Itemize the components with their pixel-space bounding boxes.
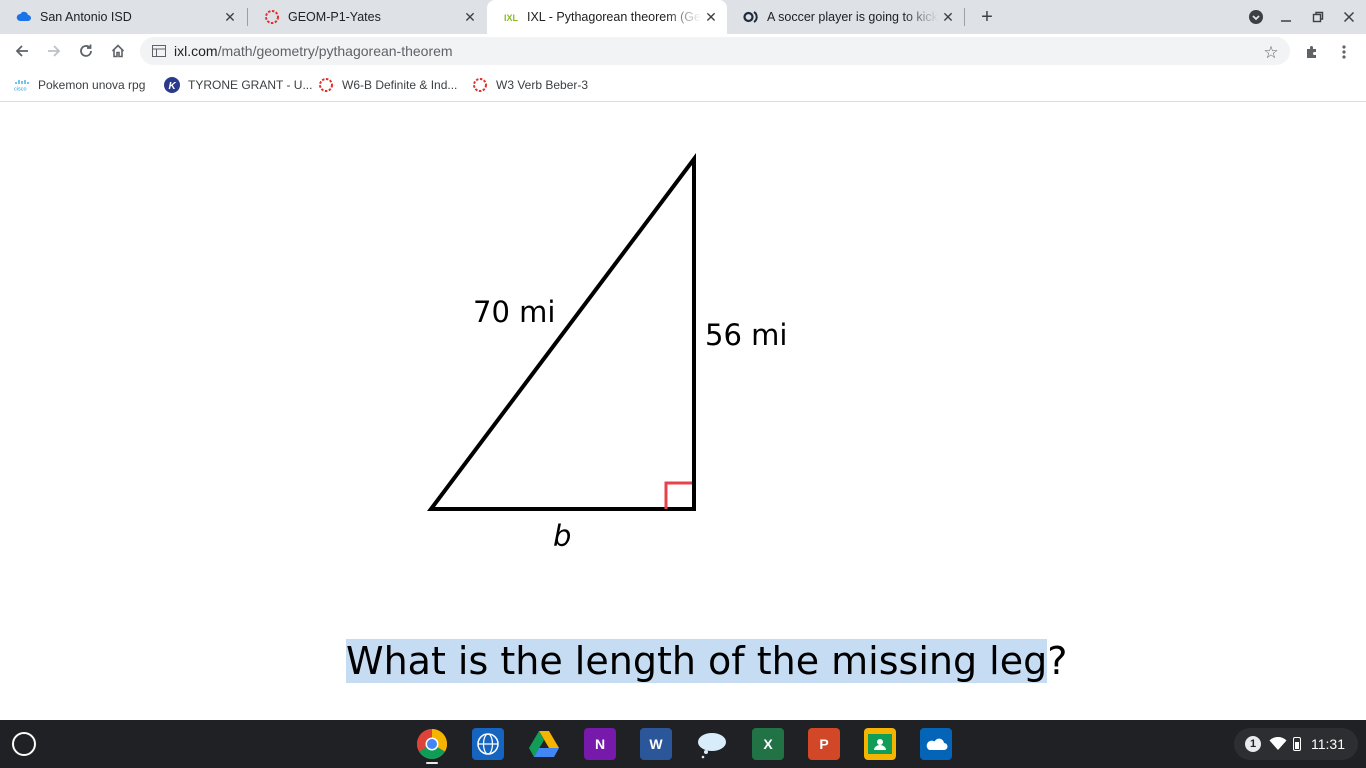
close-tab-icon[interactable]: ✕ [220, 7, 240, 27]
tab-soccer-player[interactable]: A soccer player is going to kick a ✕ [727, 0, 964, 34]
tab-title: A soccer player is going to kick a [767, 10, 938, 24]
cloud-icon [16, 9, 32, 25]
bookmark-w3-verb[interactable]: W3 Verb Beber-3 [472, 76, 588, 94]
svg-text:IXL: IXL [504, 13, 519, 23]
tab-san-antonio-isd[interactable]: San Antonio ISD ✕ [0, 0, 246, 34]
bookmark-label: Pokemon unova rpg [38, 78, 146, 92]
triangle-shape [426, 153, 696, 511]
cisco-icon: cisco [14, 77, 30, 93]
bookmark-label: W6-B Definite & Ind... [342, 78, 458, 92]
vertical-leg-label: 56 mi [705, 318, 787, 352]
close-tab-icon[interactable]: ✕ [701, 7, 721, 27]
tab-title: San Antonio ISD [40, 10, 132, 24]
launcher-icon[interactable] [12, 732, 36, 756]
tab-search-icon[interactable] [1245, 6, 1267, 28]
new-tab-icon[interactable]: + [975, 5, 999, 29]
classroom-icon[interactable] [864, 728, 896, 760]
extensions-icon[interactable] [1300, 41, 1324, 63]
site-info-icon[interactable] [152, 44, 166, 58]
question-text: What is the length of the missing leg? [346, 634, 1067, 688]
hypotenuse-label: 70 mi [473, 295, 555, 329]
selected-text: What is the length of the missing leg [346, 639, 1048, 683]
minimize-icon[interactable] [1275, 6, 1297, 28]
forward-icon[interactable] [42, 39, 66, 63]
powerpoint-icon[interactable]: P [808, 728, 840, 760]
tab-geom-p1-yates[interactable]: GEOM-P1-Yates ✕ [248, 0, 486, 34]
bookmark-pokemon[interactable]: cisco Pokemon unova rpg [14, 76, 145, 94]
restore-icon[interactable] [1307, 6, 1329, 28]
right-angle-marker [664, 481, 692, 509]
missing-leg-label: b [553, 519, 571, 553]
web-icon[interactable] [472, 728, 504, 760]
svg-text:cisco: cisco [14, 87, 27, 92]
battery-icon [1293, 737, 1301, 751]
menu-kebab-icon[interactable] [1332, 41, 1356, 63]
bookmark-star-icon[interactable]: ☆ [1261, 43, 1281, 63]
home-icon[interactable] [106, 39, 130, 63]
reload-icon[interactable] [74, 39, 98, 63]
excel-icon[interactable]: X [752, 728, 784, 760]
chrome-icon[interactable] [416, 728, 448, 760]
active-app-indicator [426, 762, 438, 764]
brainly-icon [743, 9, 759, 25]
url-text: ixl.com/math/geometry/pythagorean-theore… [174, 43, 453, 59]
ixl-icon: IXL [503, 9, 519, 25]
bookmark-tyrone-grant[interactable]: K TYRONE GRANT - U... [164, 76, 312, 94]
drive-icon[interactable] [528, 728, 560, 760]
close-window-icon[interactable] [1338, 6, 1360, 28]
canvas-icon [472, 77, 488, 93]
bookmark-w6b[interactable]: W6-B Definite & Ind... [318, 76, 457, 94]
tab-separator [964, 8, 965, 26]
back-icon[interactable] [10, 39, 34, 63]
onedrive-icon[interactable] [920, 728, 952, 760]
wifi-icon [1269, 737, 1287, 750]
tab-title: IXL - Pythagorean theorem (Geometry) [527, 10, 701, 24]
right-triangle-diagram: 70 mi 56 mi b [426, 153, 787, 553]
tab-title: GEOM-P1-Yates [288, 10, 381, 24]
chromeos-shelf: N W X P 1 11:31 [0, 720, 1366, 768]
notification-count-badge[interactable]: 1 [1245, 736, 1261, 752]
bookmark-label: W3 Verb Beber-3 [496, 78, 589, 92]
close-tab-icon[interactable]: ✕ [460, 7, 480, 27]
tab-ixl-pythagorean[interactable]: IXL IXL - Pythagorean theorem (Geometry)… [487, 0, 727, 34]
canvas-icon [318, 77, 334, 93]
tab-strip: San Antonio ISD ✕ GEOM-P1-Yates ✕ IXL IX… [0, 0, 1366, 34]
clock-time: 11:31 [1311, 736, 1345, 752]
question-mark: ? [1047, 639, 1068, 683]
page-content: 70 mi 56 mi b What is the length of the … [0, 103, 1366, 720]
address-bar[interactable]: ixl.com/math/geometry/pythagorean-theore… [140, 37, 1290, 65]
weather-icon[interactable] [696, 728, 728, 760]
browser-toolbar: ixl.com/math/geometry/pythagorean-theore… [0, 34, 1366, 68]
close-tab-icon[interactable]: ✕ [938, 7, 958, 27]
word-icon[interactable]: W [640, 728, 672, 760]
bookmark-label: TYRONE GRANT - U... [188, 78, 313, 92]
k-circle-icon: K [164, 77, 180, 93]
canvas-icon [264, 9, 280, 25]
onenote-icon[interactable]: N [584, 728, 616, 760]
svg-text:K: K [169, 81, 177, 92]
bookmarks-bar: cisco Pokemon unova rpg K TYRONE GRANT -… [0, 68, 1366, 102]
status-tray[interactable]: 1 11:31 [1234, 728, 1358, 760]
